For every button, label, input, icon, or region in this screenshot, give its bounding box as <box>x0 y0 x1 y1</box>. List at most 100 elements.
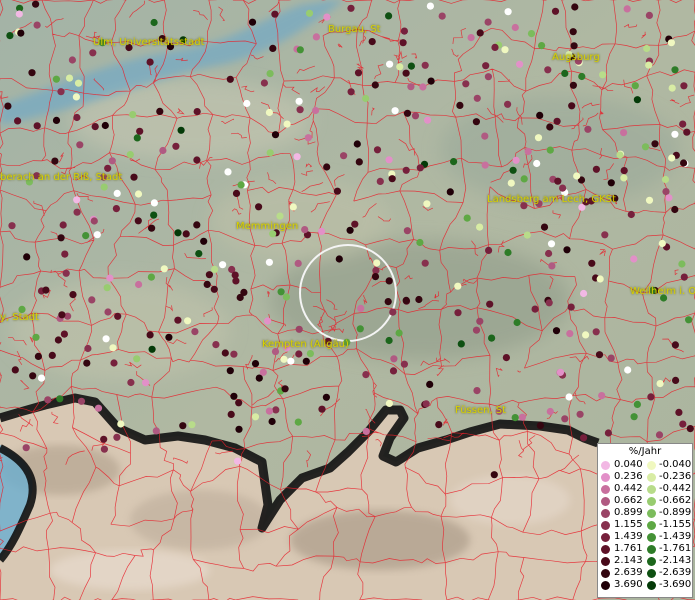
measurement-point[interactable] <box>8 222 16 230</box>
measurement-point[interactable] <box>37 374 46 382</box>
measurement-point[interactable] <box>599 71 607 79</box>
measurement-point[interactable] <box>260 79 268 87</box>
measurement-point[interactable] <box>6 31 14 40</box>
measurement-point[interactable] <box>536 422 545 430</box>
measurement-point[interactable] <box>604 429 613 437</box>
measurement-point[interactable] <box>29 372 37 380</box>
measurement-point[interactable] <box>588 259 596 267</box>
measurement-point[interactable] <box>346 226 354 234</box>
measurement-point[interactable] <box>476 223 484 231</box>
measurement-point[interactable] <box>106 274 114 282</box>
measurement-point[interactable] <box>595 351 604 359</box>
measurement-point[interactable] <box>234 457 242 465</box>
measurement-point[interactable] <box>504 248 512 257</box>
measurement-point[interactable] <box>77 397 86 405</box>
measurement-point[interactable] <box>536 111 544 119</box>
measurement-point[interactable] <box>421 61 429 69</box>
measurement-point[interactable] <box>23 253 31 261</box>
measurement-point[interactable] <box>647 393 655 401</box>
measurement-point[interactable] <box>195 250 203 258</box>
measurement-point[interactable] <box>304 134 312 142</box>
measurement-point[interactable] <box>295 350 303 358</box>
measurement-point[interactable] <box>294 259 302 267</box>
measurement-point[interactable] <box>148 224 156 232</box>
measurement-point[interactable] <box>511 414 519 422</box>
measurement-point[interactable] <box>570 42 578 50</box>
measurement-point[interactable] <box>544 66 552 74</box>
measurement-point[interactable] <box>100 445 108 453</box>
measurement-point[interactable] <box>416 238 424 247</box>
measurement-point[interactable] <box>680 159 688 167</box>
measurement-point[interactable] <box>421 259 429 267</box>
measurement-point[interactable] <box>385 12 393 20</box>
measurement-point[interactable] <box>91 123 99 131</box>
measurement-point[interactable] <box>616 151 624 159</box>
measurement-point[interactable] <box>400 27 408 35</box>
measurement-point[interactable] <box>362 427 370 435</box>
measurement-point[interactable] <box>534 134 543 142</box>
measurement-point[interactable] <box>295 325 303 333</box>
measurement-point[interactable] <box>450 158 458 166</box>
measurement-point[interactable] <box>556 368 565 376</box>
measurement-point[interactable] <box>482 62 490 70</box>
measurement-point[interactable] <box>476 29 484 37</box>
measurement-point[interactable] <box>362 371 370 379</box>
measurement-point[interactable] <box>607 354 615 362</box>
measurement-point[interactable] <box>305 9 314 17</box>
measurement-point[interactable] <box>620 167 628 175</box>
measurement-point[interactable] <box>109 344 117 352</box>
measurement-point[interactable] <box>200 237 208 245</box>
measurement-point[interactable] <box>454 282 462 290</box>
measurement-point[interactable] <box>388 175 396 183</box>
measurement-point[interactable] <box>484 18 492 26</box>
measurement-point[interactable] <box>100 435 108 443</box>
measurement-point[interactable] <box>296 46 304 54</box>
measurement-point[interactable] <box>411 112 420 120</box>
measurement-point[interactable] <box>683 128 691 136</box>
measurement-point[interactable] <box>546 407 554 416</box>
measurement-point[interactable] <box>89 49 97 57</box>
measurement-point[interactable] <box>42 286 50 294</box>
measurement-point[interactable] <box>486 300 494 308</box>
measurement-point[interactable] <box>373 259 381 267</box>
measurement-point[interactable] <box>355 158 363 166</box>
measurement-point[interactable] <box>323 163 331 171</box>
measurement-point[interactable] <box>569 81 578 89</box>
measurement-point[interactable] <box>592 328 600 336</box>
measurement-point[interactable] <box>545 299 553 307</box>
measurement-point[interactable] <box>135 280 143 289</box>
measurement-point[interactable] <box>518 413 527 421</box>
measurement-point[interactable] <box>191 328 199 336</box>
measurement-point[interactable] <box>559 184 567 192</box>
measurement-point[interactable] <box>566 330 574 338</box>
measurement-point[interactable] <box>473 387 481 395</box>
measurement-point[interactable] <box>561 415 569 423</box>
measurement-point[interactable] <box>356 325 364 333</box>
measurement-point[interactable] <box>561 69 569 77</box>
measurement-point[interactable] <box>182 230 190 238</box>
measurement-point[interactable] <box>553 117 561 125</box>
measurement-point[interactable] <box>72 93 80 101</box>
measurement-point[interactable] <box>210 285 218 293</box>
measurement-point[interactable] <box>283 120 291 128</box>
measurement-point[interactable] <box>502 354 510 362</box>
measurement-point[interactable] <box>347 88 355 96</box>
measurement-point[interactable] <box>573 172 581 180</box>
measurement-point[interactable] <box>554 177 562 185</box>
measurement-point[interactable] <box>57 234 65 242</box>
measurement-point[interactable] <box>113 189 121 197</box>
measurement-point[interactable] <box>422 400 430 408</box>
measurement-point[interactable] <box>56 395 64 403</box>
measurement-point[interactable] <box>82 232 90 240</box>
measurement-point[interactable] <box>136 127 144 135</box>
measurement-point[interactable] <box>174 316 182 324</box>
measurement-point[interactable] <box>384 298 392 306</box>
measurement-point[interactable] <box>134 190 143 198</box>
measurement-point[interactable] <box>426 2 434 10</box>
measurement-point[interactable] <box>391 107 399 115</box>
measurement-point[interactable] <box>620 174 628 182</box>
measurement-point[interactable] <box>129 111 137 119</box>
map-view[interactable]: Ulm, Universitätsstadt Burgau, St Augsbu… <box>0 0 695 600</box>
measurement-point[interactable] <box>165 333 173 341</box>
measurement-point[interactable] <box>230 392 238 400</box>
